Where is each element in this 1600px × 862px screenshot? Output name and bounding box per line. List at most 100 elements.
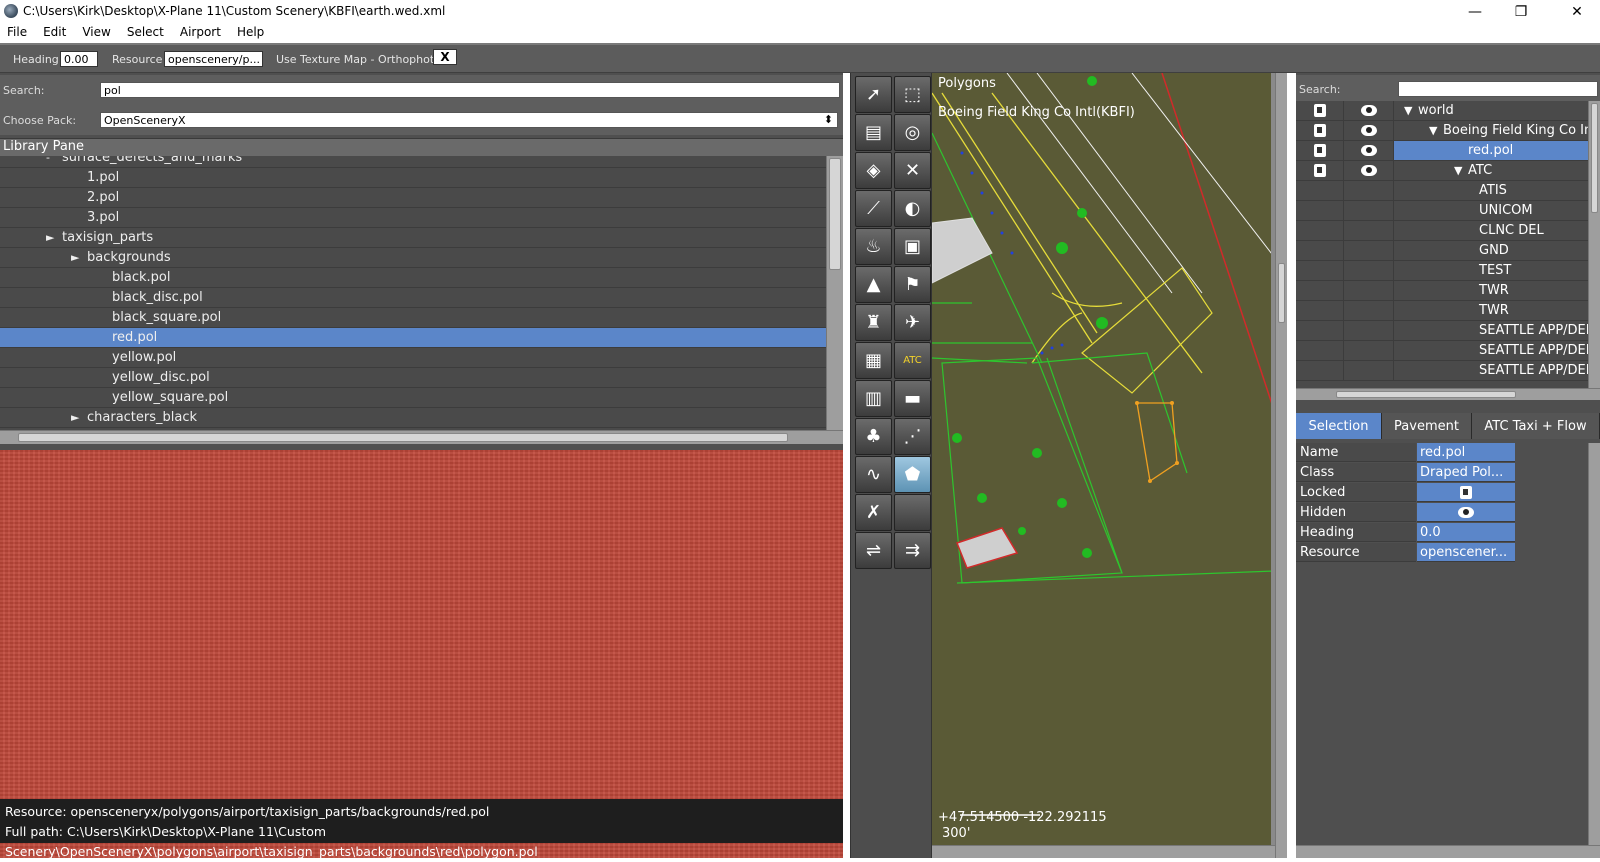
disclosure-arrow-icon[interactable]: ▼ xyxy=(1404,104,1412,117)
hierarchy-name-cell[interactable]: SEATTLE APP/DEP xyxy=(1394,341,1588,360)
tool-button[interactable]: ⚑ xyxy=(894,266,931,303)
property-value[interactable] xyxy=(1417,503,1515,522)
tool-button[interactable] xyxy=(894,494,931,531)
tool-button[interactable]: ⟋ xyxy=(855,190,892,227)
hierarchy-row[interactable]: TWR xyxy=(1296,301,1588,321)
hierarchy-vertical-scrollbar[interactable] xyxy=(1588,101,1600,388)
visibility-toggle[interactable] xyxy=(1344,361,1394,380)
lock-toggle[interactable] xyxy=(1296,201,1344,220)
inspector-horizontal-scrollbar[interactable] xyxy=(1296,845,1600,858)
choose-pack-select[interactable]: OpenSceneryX ⬍ xyxy=(100,112,838,128)
tool-button[interactable]: ⋰ xyxy=(894,418,931,455)
hierarchy-name-cell[interactable]: UNICOM xyxy=(1394,201,1588,220)
library-tree-row[interactable]: ► taxisign_parts xyxy=(0,228,826,248)
property-value[interactable]: Draped Pol... xyxy=(1417,463,1515,482)
inspector-vertical-scrollbar[interactable] xyxy=(1588,443,1600,858)
tool-button[interactable]: ∿ xyxy=(855,456,892,493)
menu-edit[interactable]: Edit xyxy=(35,24,74,44)
lock-toggle[interactable] xyxy=(1296,261,1344,280)
visibility-toggle[interactable] xyxy=(1344,181,1394,200)
library-tree-row[interactable]: black_square.pol xyxy=(0,308,826,328)
library-tree-row[interactable]: yellow_disc.pol xyxy=(0,368,826,388)
tool-button[interactable]: ⬟ xyxy=(894,456,931,493)
texture-map-toggle[interactable]: X xyxy=(433,49,457,65)
tool-button[interactable]: ⇌ xyxy=(855,532,892,569)
hierarchy-row[interactable]: red.pol xyxy=(1296,141,1588,161)
tool-button[interactable]: ▲ xyxy=(855,266,892,303)
hierarchy-name-cell[interactable]: red.pol xyxy=(1394,141,1588,160)
library-tree-row[interactable]: ► characters_black xyxy=(0,408,826,428)
hierarchy-row[interactable]: SEATTLE APP/DEP xyxy=(1296,361,1588,381)
library-tree-row[interactable]: black_disc.pol xyxy=(0,288,826,308)
hierarchy-row[interactable]: SEATTLE APP/DEP xyxy=(1296,341,1588,361)
tool-button[interactable]: ⬚ xyxy=(894,76,931,113)
visibility-toggle[interactable] xyxy=(1344,201,1394,220)
menu-select[interactable]: Select xyxy=(119,24,172,44)
hierarchy-row[interactable]: ▼ ATC xyxy=(1296,161,1588,181)
menu-file[interactable]: File xyxy=(0,24,35,44)
library-vscroll-thumb[interactable] xyxy=(829,158,841,270)
disclosure-arrow-icon[interactable]: ► xyxy=(71,251,79,264)
tool-button[interactable]: ▦ xyxy=(855,342,892,379)
minimize-button[interactable]: — xyxy=(1452,0,1498,24)
maximize-button[interactable]: ❐ xyxy=(1498,0,1544,24)
visibility-toggle[interactable] xyxy=(1344,141,1394,160)
library-search-input[interactable]: pol xyxy=(100,82,840,98)
tool-button[interactable]: ⇉ xyxy=(894,532,931,569)
hierarchy-row[interactable]: UNICOM xyxy=(1296,201,1588,221)
library-tree-row[interactable]: - surface_defects_and_marks xyxy=(0,156,826,168)
visibility-toggle[interactable] xyxy=(1344,121,1394,140)
tool-button[interactable]: ▥ xyxy=(855,380,892,417)
hierarchy-name-cell[interactable]: ATIS xyxy=(1394,181,1588,200)
hierarchy-name-cell[interactable]: GND xyxy=(1394,241,1588,260)
visibility-toggle[interactable] xyxy=(1344,241,1394,260)
hierarchy-row[interactable]: ▼ world xyxy=(1296,101,1588,121)
tool-button[interactable]: ◎ xyxy=(894,114,931,151)
hierarchy-row[interactable]: ATIS xyxy=(1296,181,1588,201)
tab-pavement[interactable]: Pavement xyxy=(1382,413,1472,439)
library-tree-row[interactable]: 1.pol xyxy=(0,168,826,188)
tool-button[interactable]: ◈ xyxy=(855,152,892,189)
lock-toggle[interactable] xyxy=(1296,241,1344,260)
menu-help[interactable]: Help xyxy=(229,24,272,44)
tool-button[interactable]: ▤ xyxy=(855,114,892,151)
tab-selection[interactable]: Selection xyxy=(1296,413,1382,439)
map-vertical-scrollbar[interactable] xyxy=(1275,73,1287,858)
hierarchy-name-cell[interactable]: TWR xyxy=(1394,301,1588,320)
property-value[interactable] xyxy=(1417,483,1515,502)
lock-toggle[interactable] xyxy=(1296,321,1344,340)
disclosure-arrow-icon[interactable]: ▼ xyxy=(1454,164,1462,177)
hierarchy-name-cell[interactable]: SEATTLE APP/DEP xyxy=(1394,361,1588,380)
tool-button[interactable]: ✕ xyxy=(894,152,931,189)
hierarchy-row[interactable]: TWR xyxy=(1296,281,1588,301)
close-button[interactable]: ✕ xyxy=(1554,0,1600,24)
hierarchy-name-cell[interactable]: ▼ Boeing Field King Co Intl xyxy=(1394,121,1588,140)
menu-airport[interactable]: Airport xyxy=(172,24,229,44)
lock-toggle[interactable] xyxy=(1296,281,1344,300)
library-tree-row[interactable]: black.pol xyxy=(0,268,826,288)
hierarchy-row[interactable]: ▼ Boeing Field King Co Intl xyxy=(1296,121,1588,141)
hierarchy-row[interactable]: SEATTLE APP/DEP xyxy=(1296,321,1588,341)
visibility-toggle[interactable] xyxy=(1344,341,1394,360)
visibility-toggle[interactable] xyxy=(1344,321,1394,340)
hierarchy-name-cell[interactable]: SEATTLE APP/DEP xyxy=(1394,321,1588,340)
library-tree-row[interactable]: ► backgrounds xyxy=(0,248,826,268)
visibility-toggle[interactable] xyxy=(1344,261,1394,280)
menu-view[interactable]: View xyxy=(74,24,118,44)
visibility-toggle[interactable] xyxy=(1344,301,1394,320)
tool-button[interactable]: ATC xyxy=(894,342,931,379)
hierarchy-name-cell[interactable]: TEST xyxy=(1394,261,1588,280)
tool-button[interactable]: ▣ xyxy=(894,228,931,265)
tool-button[interactable]: ♜ xyxy=(855,304,892,341)
tool-button[interactable]: ✗ xyxy=(855,494,892,531)
visibility-toggle[interactable] xyxy=(1344,221,1394,240)
lock-toggle[interactable] xyxy=(1296,121,1344,140)
lock-toggle[interactable] xyxy=(1296,301,1344,320)
map-vscroll-thumb[interactable] xyxy=(1278,263,1285,323)
hierarchy-row[interactable]: TEST xyxy=(1296,261,1588,281)
library-tree-row[interactable]: 3.pol xyxy=(0,208,826,228)
library-vertical-scrollbar[interactable] xyxy=(826,156,843,430)
tool-button[interactable]: ▬ xyxy=(894,380,931,417)
tool-button[interactable]: ◐ xyxy=(894,190,931,227)
hierarchy-vscroll-thumb[interactable] xyxy=(1591,103,1598,213)
